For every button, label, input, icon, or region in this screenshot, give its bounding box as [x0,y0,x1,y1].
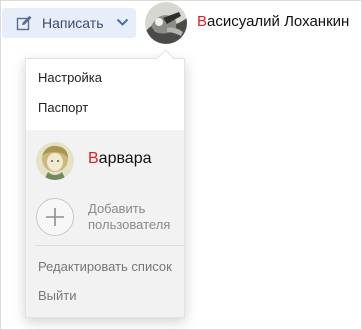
menu-item-edit-list[interactable]: Редактировать список [38,259,172,274]
menu-item-logout[interactable]: Выйти [38,288,77,303]
account-name[interactable]: Варвара [88,150,151,168]
divider [35,245,184,246]
account-menu: Настройка Паспорт Варвара Добавить польз… [25,58,185,318]
account-avatar[interactable] [36,142,74,180]
pencil-square-icon [16,15,33,32]
menu-item-passport[interactable]: Паспорт [38,100,88,115]
add-user-label[interactable]: Добавить пользователя [88,201,184,233]
accounts-section: Варвара Добавить пользователя Редактиров… [26,130,184,317]
menu-item-settings[interactable]: Настройка [38,70,102,85]
add-user-button[interactable] [36,198,74,236]
chevron-down-icon [116,18,129,26]
user-name[interactable]: Васисуалий Лоханкин [197,13,349,30]
plus-icon [46,208,64,226]
avatar[interactable] [145,2,187,44]
compose-group: Написать [2,8,136,38]
compose-button[interactable]: Написать [2,8,106,38]
compose-label: Написать [42,15,104,31]
compose-dropdown-button[interactable] [110,8,136,38]
